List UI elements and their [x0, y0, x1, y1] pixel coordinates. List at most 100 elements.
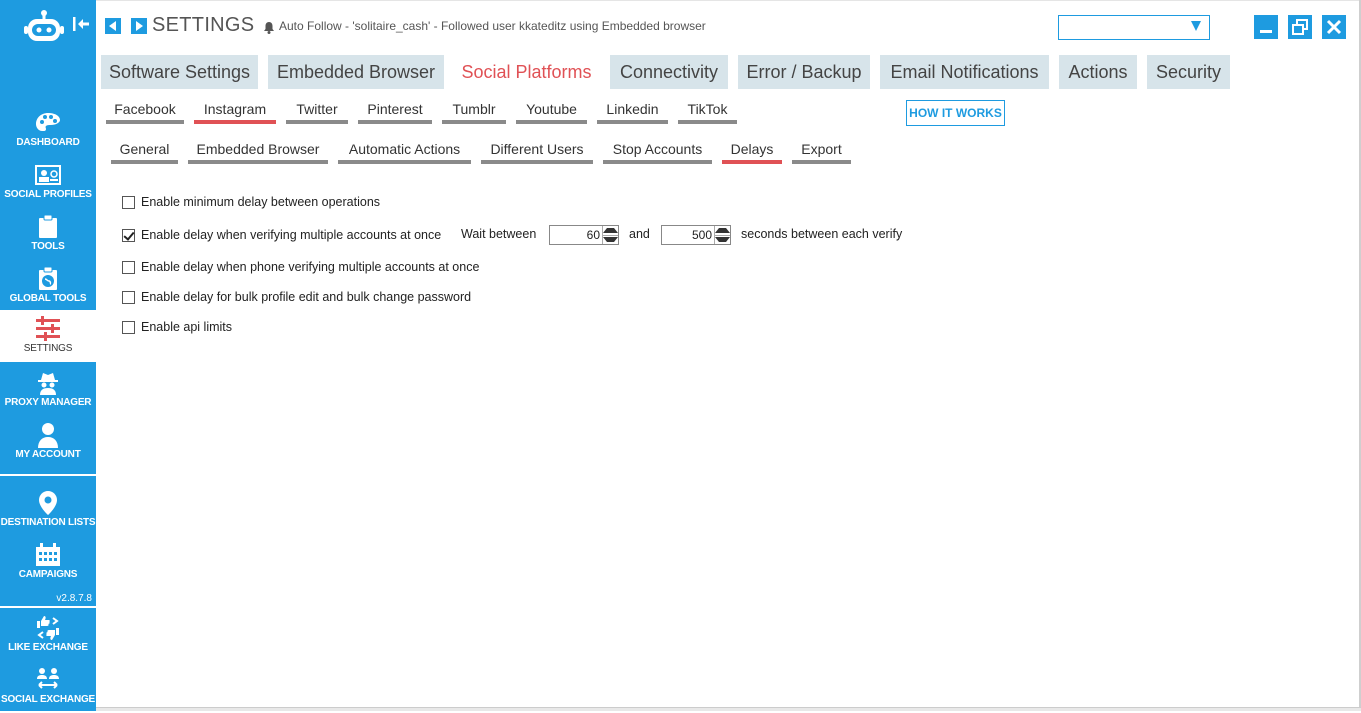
robot-logo-icon — [24, 9, 64, 45]
option-label: Enable api limits — [141, 320, 233, 334]
caret-down-icon — [603, 237, 618, 243]
verify-delay-checkbox[interactable] — [122, 228, 135, 242]
sidebar-item-label: TOOLS — [31, 241, 65, 252]
wait-between-label: Wait between — [461, 227, 537, 241]
increment-button[interactable] — [715, 226, 730, 235]
sidebar-item-dashboard[interactable]: DASHBOARD — [0, 104, 96, 156]
verify-min-stepper[interactable]: 60 — [549, 225, 619, 245]
sidebar-item-my-account[interactable]: MY ACCOUNT — [0, 416, 96, 468]
sidebar-item-destination-lists[interactable]: DESTINATION LISTS — [0, 484, 96, 536]
tab-embedded-browser[interactable]: Embedded Browser — [268, 55, 444, 89]
tab-youtube[interactable]: Youtube — [516, 100, 587, 124]
bulk-edit-delay-checkbox[interactable] — [122, 290, 135, 304]
sidebar-item-social-profiles[interactable]: SOCIAL PROFILES — [0, 156, 96, 208]
sidebar-item-settings[interactable]: SETTINGS — [0, 310, 96, 362]
thumbs-exchange-icon — [0, 615, 96, 641]
tab-facebook[interactable]: Facebook — [106, 100, 184, 124]
restore-button[interactable] — [1288, 15, 1312, 39]
tab-pinterest[interactable]: Pinterest — [358, 100, 432, 124]
sidebar-item-global-tools[interactable]: GLOBAL TOOLS — [0, 260, 96, 312]
sidebar-item-tools[interactable]: TOOLS — [0, 208, 96, 260]
tab-software-settings[interactable]: Software Settings — [101, 55, 258, 89]
arrow-left-icon — [109, 21, 116, 31]
forward-button[interactable] — [131, 18, 147, 34]
caret-down-icon — [715, 237, 730, 243]
version-label: v2.8.7.8 — [56, 593, 92, 604]
sidebar-item-social-exchange[interactable]: SOCIAL EXCHANGE — [0, 661, 96, 713]
minimize-icon — [1260, 30, 1272, 33]
verify-max-stepper[interactable]: 500 — [661, 225, 731, 245]
calendar-icon — [0, 542, 96, 568]
minimize-button[interactable] — [1254, 15, 1278, 39]
option-label: Enable delay when phone verifying multip… — [141, 260, 480, 274]
tab-instagram[interactable]: Instagram — [194, 100, 276, 124]
clipboard-icon — [0, 214, 96, 240]
tab-tiktok[interactable]: TikTok — [678, 100, 737, 124]
people-exchange-icon — [0, 667, 96, 693]
tab-security[interactable]: Security — [1147, 55, 1230, 89]
sidebar-item-label: MY ACCOUNT — [15, 449, 81, 460]
restore-icon — [1292, 19, 1308, 35]
api-limits-checkbox[interactable] — [122, 320, 135, 334]
horizontal-scrollbar[interactable] — [96, 707, 1361, 711]
back-button[interactable] — [105, 18, 121, 34]
globe-clipboard-icon — [0, 266, 96, 292]
sidebar-item-label: GLOBAL TOOLS — [9, 293, 87, 304]
sidebar-item-label: SOCIAL PROFILES — [4, 189, 92, 200]
min-delay-checkbox[interactable] — [122, 195, 135, 209]
sidebar-item-label: LIKE EXCHANGE — [8, 642, 88, 653]
sliders-icon — [0, 316, 96, 342]
sidebar-separator — [0, 474, 96, 476]
sidebar-item-label: CAMPAIGNS — [18, 569, 78, 580]
sidebar-item-label: SETTINGS — [23, 343, 73, 354]
tab-general[interactable]: General — [111, 140, 178, 164]
tab-error-backup[interactable]: Error / Backup — [738, 55, 870, 89]
verify-max-value[interactable]: 500 — [662, 226, 714, 244]
phone-verify-delay-checkbox[interactable] — [122, 260, 135, 274]
option-label: Enable delay when verifying multiple acc… — [141, 228, 442, 242]
increment-button[interactable] — [603, 226, 618, 235]
spy-icon — [0, 370, 96, 396]
sidebar-item-campaigns[interactable]: CAMPAIGNS — [0, 536, 96, 588]
account-select[interactable] — [1058, 15, 1210, 40]
tab-email-notifications[interactable]: Email Notifications — [880, 55, 1049, 89]
sidebar-item-label: DASHBOARD — [16, 137, 80, 148]
option-api-limits: Enable api limits — [122, 319, 232, 335]
chevron-down-icon — [1191, 21, 1201, 31]
tab-social-platforms[interactable]: Social Platforms — [453, 55, 600, 89]
user-icon — [0, 422, 96, 448]
option-label: Enable minimum delay between operations — [141, 195, 381, 209]
tab-different-users[interactable]: Different Users — [481, 140, 593, 164]
tab-automatic-actions[interactable]: Automatic Actions — [338, 140, 471, 164]
page-title: SETTINGS — [152, 14, 255, 36]
close-button[interactable] — [1322, 15, 1346, 39]
tab-delays[interactable]: Delays — [722, 140, 782, 164]
tab-export[interactable]: Export — [792, 140, 851, 164]
tab-actions[interactable]: Actions — [1059, 55, 1137, 89]
sidebar-item-proxy-manager[interactable]: PROXY MANAGER — [0, 364, 96, 416]
sidebar-item-label: SOCIAL EXCHANGE — [0, 694, 96, 705]
bell-icon — [263, 21, 275, 39]
caret-up-icon — [715, 227, 730, 233]
decrement-button[interactable] — [715, 234, 730, 245]
tab-tumblr[interactable]: Tumblr — [442, 100, 506, 124]
palette-icon — [0, 110, 96, 136]
tab-section-embedded-browser[interactable]: Embedded Browser — [188, 140, 328, 164]
decrement-button[interactable] — [603, 234, 618, 245]
notification-text: Auto Follow - 'solitaire_cash' - Followe… — [279, 19, 706, 33]
sidebar: DASHBOARD SOCIAL PROFILES TOOLS GLOBAL T… — [0, 0, 96, 711]
sidebar-separator — [0, 606, 96, 608]
tab-connectivity[interactable]: Connectivity — [610, 55, 728, 89]
verify-min-value[interactable]: 60 — [550, 226, 602, 244]
tab-linkedin[interactable]: Linkedin — [597, 100, 668, 124]
sidebar-item-like-exchange[interactable]: LIKE EXCHANGE — [0, 609, 96, 661]
seconds-suffix-label: seconds between each verify — [741, 227, 903, 241]
how-it-works-button[interactable]: HOW IT WORKS — [906, 100, 1005, 126]
option-label: Enable delay for bulk profile edit and b… — [141, 290, 472, 304]
sidebar-item-label: DESTINATION LISTS — [0, 517, 96, 528]
collapse-sidebar-icon[interactable] — [72, 16, 90, 38]
tab-stop-accounts[interactable]: Stop Accounts — [603, 140, 712, 164]
id-card-icon — [0, 162, 96, 188]
tab-twitter[interactable]: Twitter — [286, 100, 348, 124]
caret-up-icon — [603, 227, 618, 233]
